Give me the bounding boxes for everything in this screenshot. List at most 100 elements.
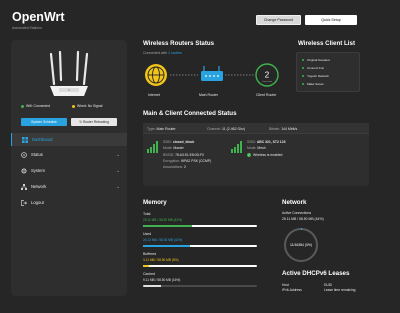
type-label: Type: — [147, 127, 156, 131]
active-connections-label: Active Connections — [282, 211, 312, 215]
dhcpv6-title: Active DHCPv6 Leases — [282, 270, 350, 277]
reboot-icon: ↻ — [79, 120, 82, 124]
signal-strength-icon — [231, 141, 242, 153]
wired-status-dot-icon — [72, 104, 75, 108]
ssid-value: closed_block — [172, 140, 195, 144]
associations-label: Associations: — [163, 165, 183, 170]
mode-value: Master — [173, 146, 184, 151]
nav-dashboard-label: Dashboard — [32, 137, 53, 142]
encryption-value: WPA2 PSK (CCMP) — [180, 158, 212, 163]
connected-prefix: Connected with — [143, 51, 168, 55]
system-schedule-button[interactable]: System Schedule — [21, 118, 67, 126]
client-list-title: Wireless Client List — [298, 40, 356, 47]
channel-info: Channel: 11 (2.462 Ghz) — [207, 127, 245, 131]
nav-system-label: System — [31, 168, 45, 173]
nav-logout-label: Logout — [31, 200, 44, 205]
client-list-item[interactable]: Yogesh Network — [302, 74, 329, 78]
memory-value: 25.11 MB / 58.30 MB (43%) — [143, 218, 183, 222]
client-list-item[interactable]: Make Sweet — [302, 82, 324, 86]
nav-network-label: Network — [31, 184, 47, 189]
client-count: 2 — [265, 71, 270, 80]
client-list-panel: Original Greatest Connect Fun Yogesh Net… — [296, 52, 360, 92]
memory-bar — [143, 245, 257, 247]
client-router-details: SSID: ABC 321, ST2 123 Mode: Mesh ✓ Wire… — [247, 139, 285, 158]
nav-status-label: Status — [31, 152, 43, 157]
client-status-dot-icon — [302, 83, 304, 85]
system-icon — [21, 168, 27, 173]
type-value: Main Router — [156, 127, 176, 131]
memory-row: Buffered 3.11 MB / 58.50 MB (5%) — [143, 252, 259, 272]
chevron-down-icon: ⌄ — [116, 183, 120, 189]
client-list-item[interactable]: Connect Fun — [302, 66, 324, 70]
client-status-dot-icon — [302, 75, 304, 77]
network-title: Network — [282, 199, 307, 206]
node-label-main-router: Main Router — [199, 93, 219, 97]
memory-bar-fill — [143, 225, 193, 227]
signal-strength-icon — [147, 141, 158, 153]
channel-label: Channel: — [207, 127, 222, 131]
chevron-down-icon: ⌄ — [116, 151, 120, 157]
change-password-button[interactable]: Change Password — [256, 15, 301, 25]
dhcpv6-table-header: Host DUID IPv6-Address Lease time remain… — [282, 283, 356, 293]
memory-row: Cached 9.11 MB / 58.50 MB (16%) — [143, 272, 259, 292]
router-reboot-button[interactable]: ↻ Router Rebooting — [71, 118, 117, 126]
wireless-status-title: Wireless Routers Status — [143, 40, 215, 47]
client-name: Original Greatest — [307, 58, 330, 62]
memory-value: 3.11 MB / 58.50 MB (5%) — [143, 258, 179, 262]
nav-network[interactable]: Network ⌄ — [11, 180, 127, 193]
wired-status: Wired: No Signal — [72, 104, 102, 108]
nav-dashboard[interactable]: Dashboard — [11, 133, 127, 146]
memory-label: Used — [143, 232, 152, 236]
nav-system[interactable]: System ⌄ — [11, 164, 127, 177]
quick-setup-button[interactable]: Quick Setup — [305, 15, 357, 25]
channel-value: 11 (2.462 Ghz) — [222, 127, 246, 131]
client-router-gauge: 2 Connection — [255, 63, 279, 87]
client-list-item[interactable]: Original Greatest — [302, 58, 330, 62]
mode-label: Mode: — [163, 146, 173, 151]
wifi-status-dot-icon — [21, 104, 24, 108]
wireless-enabled-text: Wireless is enabled — [253, 152, 283, 157]
connections-gauge: 11/16384 (0%) — [284, 228, 318, 262]
client-name: Make Sweet — [307, 82, 324, 86]
mode-label: Mode: — [247, 146, 257, 151]
bitrate-label: Bitrate: — [269, 127, 281, 131]
dhcp-col-lease: Lease time remaining — [324, 288, 356, 292]
client-status-dot-icon — [302, 59, 304, 61]
memory-label: Total — [143, 212, 151, 216]
nav-status[interactable]: Status ⌄ — [11, 148, 127, 161]
dashboard-icon — [22, 136, 28, 143]
sidebar: Wifi: Connected Wired: No Signal System … — [11, 40, 127, 296]
active-connections-value: 25.11 MB / 58.50 MB (44%) — [282, 217, 324, 221]
node-label-internet: Internet — [148, 93, 160, 97]
client-count-caption: Connection — [262, 80, 272, 83]
memory-value: 9.11 MB / 58.50 MB (16%) — [143, 278, 181, 282]
chevron-down-icon: ⌄ — [116, 167, 120, 173]
memory-bar-fill — [143, 265, 149, 267]
wifi-status: Wifi: Connected — [21, 104, 50, 108]
bssid-value: 78:A3:51:E8:0D:F0 — [175, 152, 204, 157]
memory-bar-fill — [143, 245, 190, 247]
encryption-label: Encryption: — [163, 158, 180, 163]
node-label-client-router: Client Router — [256, 93, 277, 97]
nav-logout[interactable]: Logout — [11, 196, 127, 209]
memory-list: Total 25.11 MB / 58.30 MB (43%) Used 24.… — [143, 212, 259, 292]
ssid-label: SSID: — [163, 140, 172, 144]
bssid-label: BSSID: — [163, 152, 175, 157]
router-image — [49, 50, 89, 96]
wired-status-text: Wired: No Signal — [77, 104, 103, 108]
connected-summary: Connected with 2 routers — [143, 51, 182, 55]
network-icon — [21, 183, 27, 190]
router-reboot-label: Router Rebooting — [82, 120, 109, 124]
app-subtitle: Associated Stations — [12, 26, 42, 30]
internet-globe-icon — [145, 64, 167, 86]
memory-row: Used 24.13 MB / 58.30 MB (41%) — [143, 232, 259, 252]
memory-label: Buffered — [143, 252, 157, 256]
status-icon — [21, 151, 27, 158]
connected-status-header — [143, 123, 369, 134]
memory-value: 24.13 MB / 58.30 MB (41%) — [143, 238, 183, 242]
memory-row: Total 25.11 MB / 58.30 MB (43%) — [143, 212, 259, 232]
bitrate-info: Bitrate: 144 Mbit/s — [269, 127, 297, 131]
ssid-value: ABC 321, ST2 123 — [256, 140, 286, 144]
memory-bar — [143, 265, 257, 267]
connected-status-title: Main & Client Connected Status — [143, 110, 237, 117]
